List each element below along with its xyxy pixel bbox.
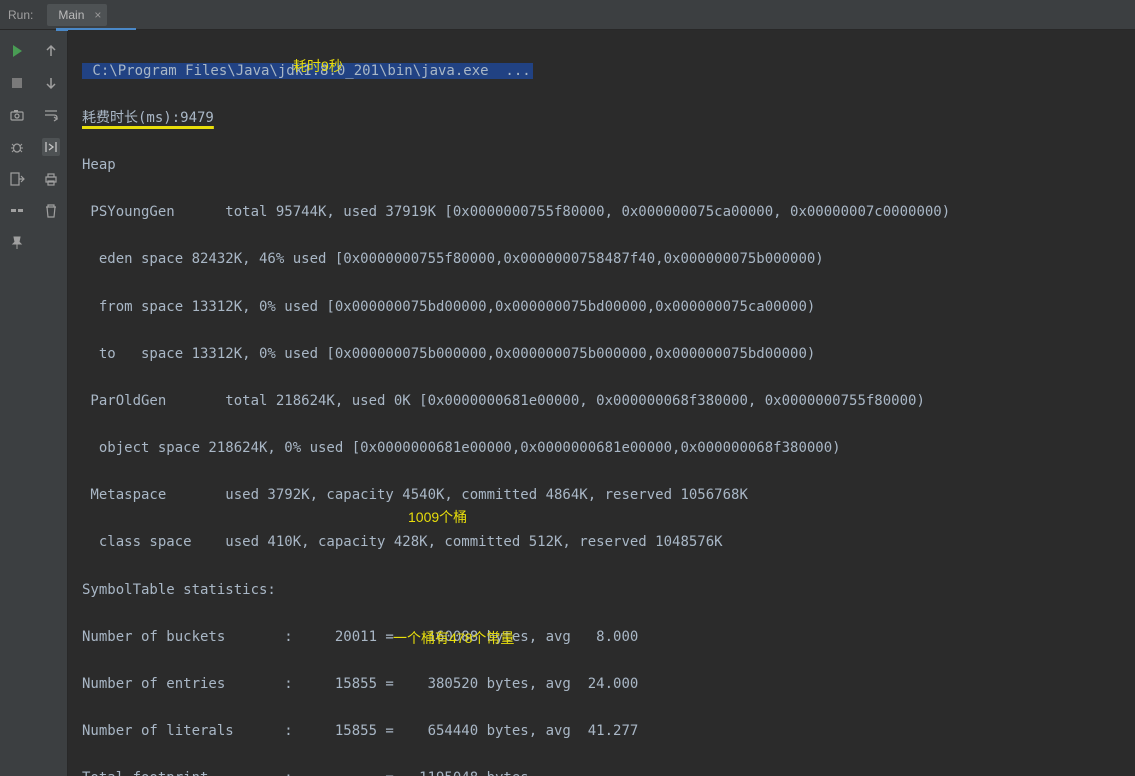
down-arrow-icon[interactable] — [42, 74, 60, 92]
output-line: SymbolTable statistics: — [82, 579, 1135, 603]
gutter-left — [0, 30, 34, 776]
output-line: Heap — [82, 154, 1135, 178]
run-icon[interactable] — [8, 42, 26, 60]
wrap-icon[interactable] — [42, 106, 60, 124]
output-line: Number of entries : 15855 = 380520 bytes… — [82, 673, 1135, 697]
run-label: Run: — [8, 8, 33, 22]
time-line: 耗费时长(ms):9479 — [82, 110, 214, 126]
output-line: class space used 410K, capacity 428K, co… — [82, 531, 1135, 555]
output-line: Number of buckets : 20011 = 160088 bytes… — [82, 626, 1135, 650]
main-area: C:\Program Files\Java\jdk1.8.0_201\bin\j… — [0, 30, 1135, 776]
annotation-buckets: 1009个桶 — [408, 506, 467, 530]
scroll-end-icon[interactable] — [42, 138, 60, 156]
up-arrow-icon[interactable] — [42, 42, 60, 60]
close-icon[interactable]: × — [94, 8, 101, 22]
top-bar: Run: Main × — [0, 0, 1135, 30]
output-line: eden space 82432K, 46% used [0x000000075… — [82, 248, 1135, 272]
output-line: PSYoungGen total 95744K, used 37919K [0x… — [82, 201, 1135, 225]
console-output[interactable]: C:\Program Files\Java\jdk1.8.0_201\bin\j… — [68, 30, 1135, 776]
output-line: ParOldGen total 218624K, used 0K [0x0000… — [82, 390, 1135, 414]
camera-icon[interactable] — [8, 106, 26, 124]
run-tab[interactable]: Main × — [47, 4, 107, 26]
pin-icon[interactable] — [8, 234, 26, 252]
bug-icon[interactable] — [8, 138, 26, 156]
gutter-right — [34, 30, 68, 776]
output-line: Total footprint : = 1195048 bytes — [82, 767, 1135, 776]
output-line: to space 13312K, 0% used [0x000000075b00… — [82, 343, 1135, 367]
stop-icon[interactable] — [8, 74, 26, 92]
tab-label: Main — [58, 8, 84, 22]
layout-icon[interactable] — [8, 202, 26, 220]
output-line: Number of literals : 15855 = 654440 byte… — [82, 720, 1135, 744]
print-icon[interactable] — [42, 170, 60, 188]
trash-icon[interactable] — [42, 202, 60, 220]
exit-icon[interactable] — [8, 170, 26, 188]
output-line: from space 13312K, 0% used [0x000000075b… — [82, 296, 1135, 320]
output-line: object space 218624K, 0% used [0x0000000… — [82, 437, 1135, 461]
annotation-avg: 一个桶有478个常量 — [393, 627, 514, 651]
output-line: Metaspace used 3792K, capacity 4540K, co… — [82, 484, 1135, 508]
annotation-time: 耗时9秒 — [293, 55, 343, 79]
